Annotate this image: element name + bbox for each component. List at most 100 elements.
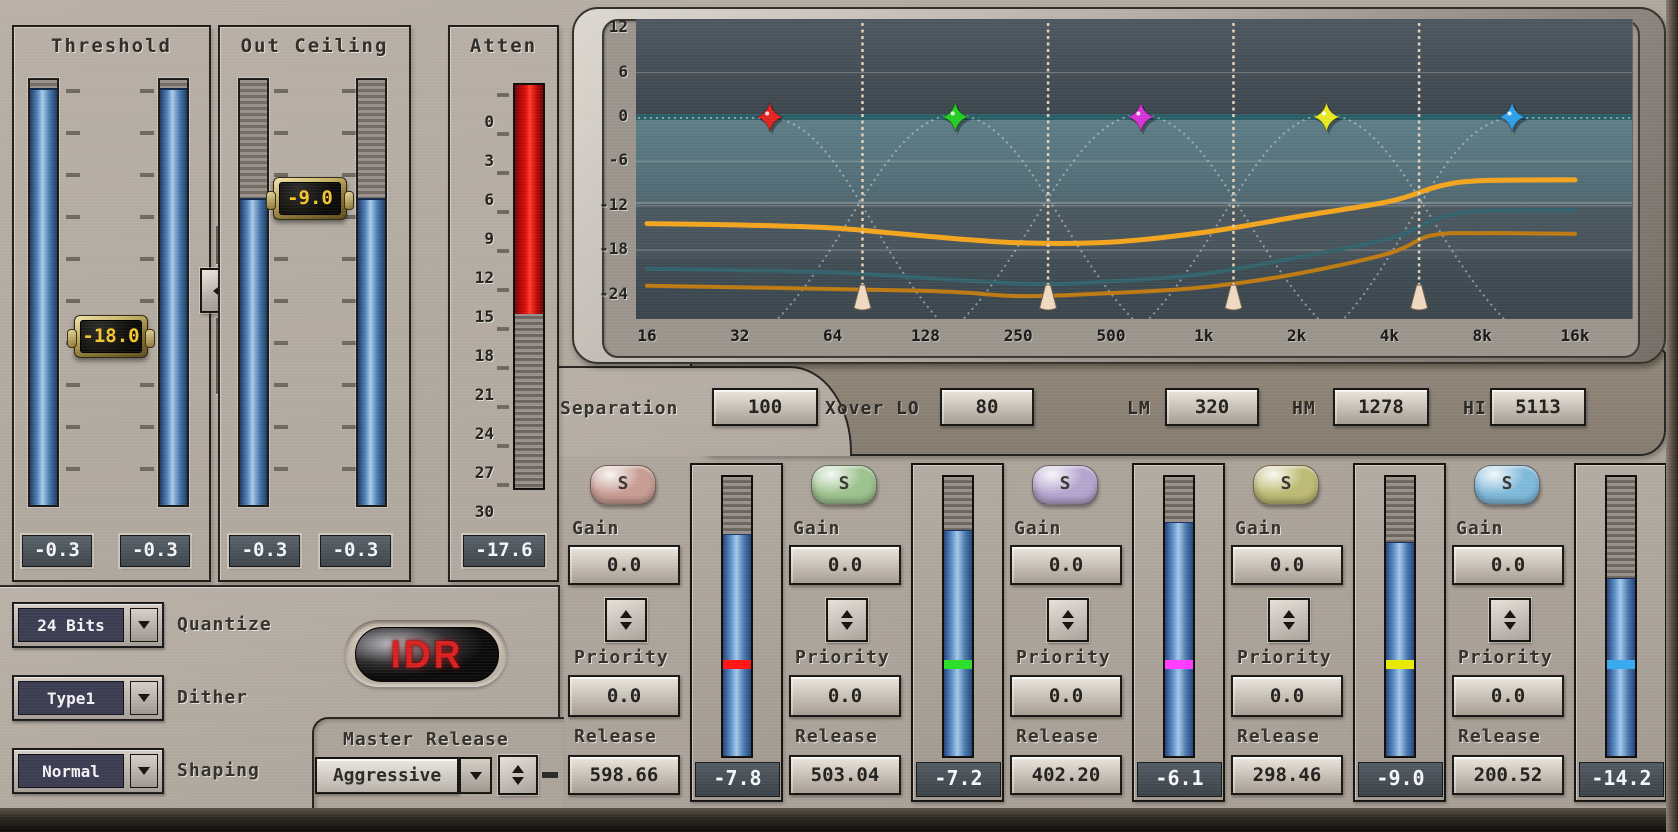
xover-lm-label: LM: [1127, 398, 1151, 419]
band3-priority-stepper[interactable]: [1047, 598, 1089, 642]
graph-x-tick-label: 128: [910, 326, 940, 345]
band1-solo-button[interactable]: S: [590, 465, 656, 505]
dither-dropdown[interactable]: Type1: [12, 675, 164, 721]
graph-plot: [636, 19, 1633, 319]
threshold-fader-right[interactable]: [158, 78, 189, 507]
graph-x-axis: 16 32 64 128 250 500 1k 2k 4k 8k 16k: [636, 322, 1632, 350]
band-marker-star[interactable]: [1126, 101, 1157, 135]
band5-priority-value[interactable]: 0.0: [1452, 675, 1564, 717]
xover-hm-value[interactable]: 1278: [1333, 388, 1429, 426]
graph-y-axis: 12 6 0 -6 -12 -18 -24: [584, 17, 628, 319]
dither-chevron-down-icon[interactable]: [130, 681, 158, 715]
stepper-down-icon: [620, 622, 632, 630]
graph-x-tick-label: 8k: [1472, 326, 1492, 345]
graph-y-tick-label: -24: [599, 283, 628, 303]
band-marker-star[interactable]: [940, 101, 971, 135]
graph-x-tick-label: 250: [1003, 326, 1033, 345]
band2-priority-value[interactable]: 0.0: [789, 675, 901, 717]
band4-priority-stepper[interactable]: [1268, 598, 1310, 642]
band3-solo-button[interactable]: S: [1032, 465, 1098, 505]
band4-release-label: Release: [1237, 726, 1320, 747]
band-marker-star[interactable]: [1497, 101, 1528, 135]
threshold-value-badge[interactable]: -18.0: [67, 315, 155, 358]
graph-canvas[interactable]: [636, 19, 1632, 319]
graph-y-tick-label: 12: [608, 17, 628, 37]
ceiling-fader-right[interactable]: [356, 78, 387, 507]
band1-gain-label: Gain: [572, 518, 620, 539]
threshold-panel: Threshold -0.3 -0.3: [12, 25, 211, 582]
band2-gain-value[interactable]: 0.0: [789, 545, 901, 585]
xover-hi-value[interactable]: 5113: [1490, 388, 1586, 426]
threshold-fader-left[interactable]: [28, 78, 59, 507]
band2-priority-stepper[interactable]: [826, 598, 868, 642]
atten-title: Atten: [469, 35, 538, 57]
band1-release-value[interactable]: 598.66: [568, 755, 680, 795]
band1-release-label: Release: [574, 726, 657, 747]
shaping-label: Shaping: [177, 760, 260, 781]
atten-panel: Atten 0 3 6 9 12 15 18 21 24 27 30 -17.6: [448, 25, 559, 582]
band5-meter-tube: [1605, 475, 1637, 758]
band3-priority-value[interactable]: 0.0: [1010, 675, 1122, 717]
graph-x-tick-label: 16k: [1560, 326, 1590, 345]
band2-release-value[interactable]: 503.04: [789, 755, 901, 795]
master-release-arrow[interactable]: [459, 757, 492, 794]
band2-priority-label: Priority: [795, 647, 890, 668]
band1-priority-stepper[interactable]: [605, 598, 647, 642]
threshold-meter-right: [160, 88, 187, 505]
atten-ticks: [497, 93, 509, 491]
shaping-chevron-down-icon[interactable]: [130, 754, 158, 788]
xover-lo-value[interactable]: 80: [940, 388, 1034, 426]
ceiling-fader-left[interactable]: [238, 78, 269, 507]
band-marker-star[interactable]: [755, 101, 786, 135]
band1-meter-readout: -7.8: [695, 762, 780, 797]
threshold-meter-left: [30, 88, 57, 505]
band2-priority-marker[interactable]: [944, 660, 972, 669]
band5-priority-marker[interactable]: [1607, 660, 1635, 669]
band4-solo-button[interactable]: S: [1253, 465, 1319, 505]
quantize-dropdown[interactable]: 24 Bits: [12, 602, 164, 648]
band2-solo-button[interactable]: S: [811, 465, 877, 505]
stepper-down-icon: [1283, 622, 1295, 630]
master-release-value[interactable]: Aggressive: [315, 757, 459, 794]
band3-gain-value[interactable]: 0.0: [1010, 545, 1122, 585]
graph-x-tick-label: 32: [730, 326, 750, 345]
master-release-stepper[interactable]: [498, 755, 538, 795]
master-release-chevron-down-icon[interactable]: [459, 757, 492, 794]
atten-scale-label: 30: [474, 502, 494, 521]
shaping-dropdown[interactable]: Normal: [12, 748, 164, 794]
atten-scale-label: 21: [474, 385, 494, 404]
graph-x-tick-label: 4k: [1379, 326, 1400, 345]
crossover-pin-handle[interactable]: [1410, 284, 1429, 311]
band1-priority-marker[interactable]: [723, 660, 751, 669]
graph-x-tick-label: 64: [822, 326, 843, 345]
xover-hm-label: HM: [1292, 398, 1316, 419]
ceiling-ticks-left: [274, 89, 288, 509]
threshold-title: Threshold: [51, 35, 172, 57]
quantize-chevron-down-icon[interactable]: [130, 608, 158, 642]
band4-release-value[interactable]: 298.46: [1231, 755, 1343, 795]
stepper-down-icon: [1504, 622, 1516, 630]
ceiling-readout-right: -0.3: [320, 535, 391, 567]
band5-gain-value[interactable]: 0.0: [1452, 545, 1564, 585]
band4-priority-marker[interactable]: [1386, 660, 1414, 669]
band5-release-value[interactable]: 200.52: [1452, 755, 1564, 795]
band4-priority-value[interactable]: 0.0: [1231, 675, 1343, 717]
band3-priority-marker[interactable]: [1165, 660, 1193, 669]
crossover-pin-handle[interactable]: [1038, 284, 1058, 311]
band5-solo-button[interactable]: S: [1474, 465, 1540, 505]
band-marker-star[interactable]: [1311, 101, 1342, 135]
xover-lm-value[interactable]: 320: [1165, 388, 1259, 426]
stepper-up-icon: [512, 765, 524, 773]
band5-priority-stepper[interactable]: [1489, 598, 1531, 642]
atten-readout: -17.6: [463, 535, 545, 567]
crossover-pin-handle[interactable]: [1224, 284, 1243, 311]
band1-gain-value[interactable]: 0.0: [568, 545, 680, 585]
out-ceiling-value-badge[interactable]: -9.0: [266, 177, 354, 220]
separation-value[interactable]: 100: [712, 388, 818, 426]
threshold-ticks-right: [140, 89, 154, 509]
graph-x-tick-label: 2k: [1286, 326, 1307, 345]
band4-gain-value[interactable]: 0.0: [1231, 545, 1343, 585]
band3-release-value[interactable]: 402.20: [1010, 755, 1122, 795]
band1-priority-value[interactable]: 0.0: [568, 675, 680, 717]
band5-release-label: Release: [1458, 726, 1541, 747]
